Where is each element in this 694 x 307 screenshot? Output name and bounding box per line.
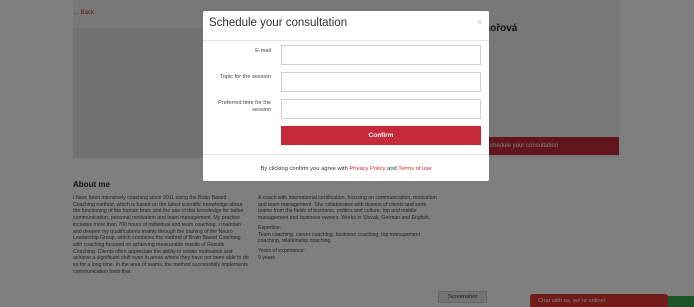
consent-text: By clicking confirm you agree with Priva… <box>203 166 489 172</box>
terms-of-use-link[interactable]: Terms of use <box>398 166 431 172</box>
confirm-button[interactable]: Confirm <box>281 126 481 145</box>
modal-footer-divider <box>203 154 489 155</box>
email-label: E-mail <box>255 48 271 54</box>
preferred-time-label: Preferred time for the session <box>218 100 271 113</box>
topic-label: Topic for the session <box>220 74 271 80</box>
topic-field[interactable] <box>281 72 481 92</box>
preferred-time-field[interactable] <box>281 99 481 119</box>
email-field[interactable] <box>281 45 481 65</box>
modal-title: Schedule your consultation <box>209 17 348 29</box>
consultation-modal: Schedule your consultation × E-mail Topi… <box>203 11 489 181</box>
privacy-policy-link[interactable]: Privacy Policy <box>349 166 385 172</box>
consent-prefix: By clicking confirm you agree with <box>260 166 350 172</box>
consent-and: and <box>385 166 399 172</box>
modal-header-divider <box>203 40 489 41</box>
close-icon[interactable]: × <box>477 18 482 27</box>
